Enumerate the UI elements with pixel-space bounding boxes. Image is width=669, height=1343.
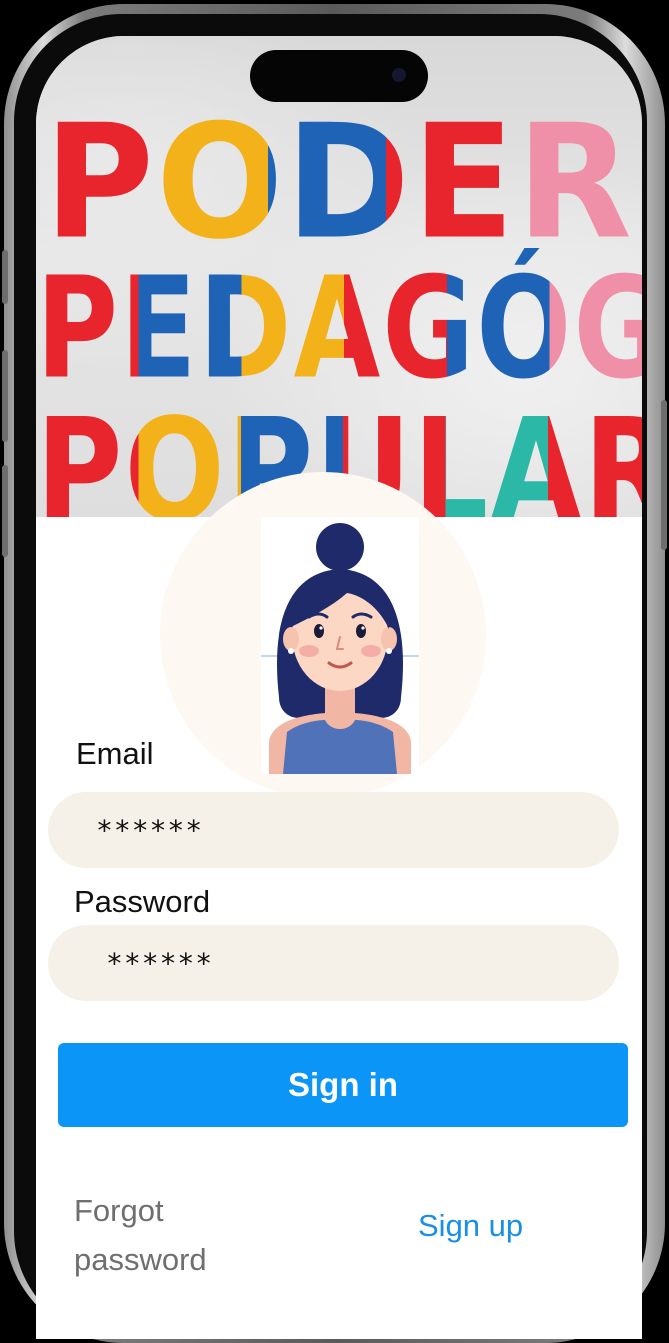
woman-avatar-icon — [261, 523, 419, 774]
banner-title-line: PEDAGÓGICO — [36, 248, 642, 411]
email-field[interactable] — [48, 792, 619, 868]
power-button — [661, 400, 667, 550]
banner-image: PODER PEDAGÓGICO POPULAR — [36, 36, 642, 517]
app-screen: PODER PEDAGÓGICO POPULAR — [36, 36, 642, 1339]
sign-up-link[interactable]: Sign up — [418, 1208, 523, 1244]
avatar — [261, 517, 419, 774]
banner-text-pedagogico: PEDAGÓGICO — [36, 248, 642, 411]
password-field[interactable] — [48, 925, 619, 1001]
forgot-password-link[interactable]: Forgot password — [74, 1186, 294, 1284]
volume-button — [2, 465, 8, 557]
password-label: Password — [74, 884, 211, 919]
sign-in-button[interactable]: Sign in — [58, 1043, 628, 1127]
front-camera — [392, 68, 406, 82]
volume-button — [2, 350, 8, 442]
email-label: Email — [76, 736, 154, 771]
volume-button — [2, 250, 8, 304]
dynamic-island — [250, 50, 428, 102]
